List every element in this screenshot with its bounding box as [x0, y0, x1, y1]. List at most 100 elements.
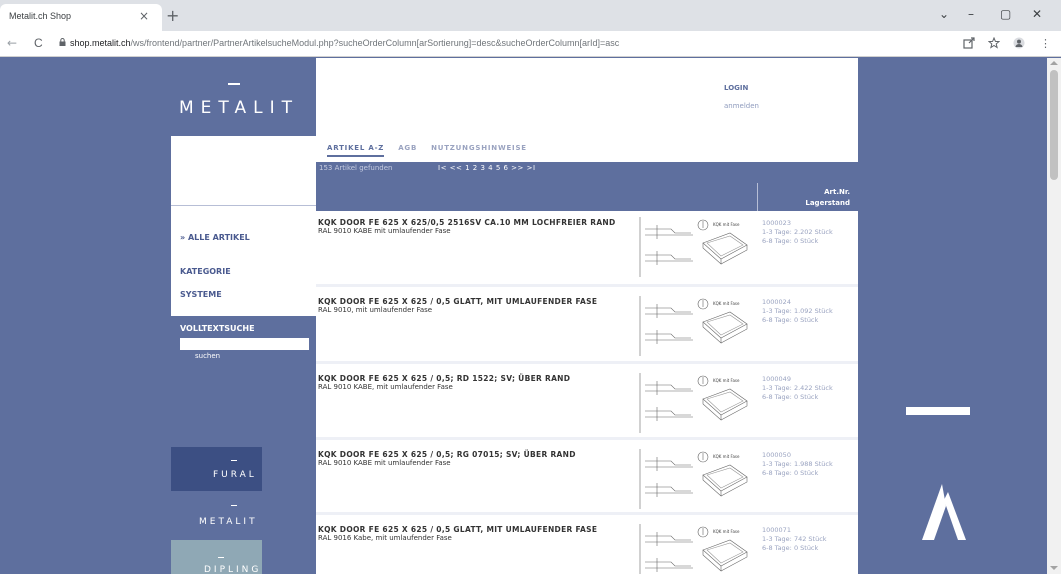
sidebar-item-systems[interactable]: SYSTEME	[180, 290, 222, 299]
stock-1-3-days: 1-3 Tage: 1.092 Stück	[762, 307, 833, 315]
login-link[interactable]: LOGIN	[724, 84, 748, 92]
diagram-label: KQK mit Fase	[713, 378, 740, 383]
tab-articles-a-z[interactable]: ARTIKEL A-Z	[327, 144, 385, 157]
logo-bar	[228, 83, 240, 85]
back-icon[interactable]: ←	[7, 36, 17, 50]
stock-6-8-days: 6-8 Tage: 0 Stück	[762, 469, 819, 477]
article-diagram: KQK mit Fase	[635, 371, 753, 437]
search-title: VOLLTEXTSUCHE	[180, 324, 255, 333]
logo-text: METALIT	[179, 98, 299, 118]
main-content: LOGIN anmelden ARTIKEL A-Z AGB NUTZUNGSHIN…	[316, 58, 858, 574]
fural-brand-text: FURAL	[213, 470, 257, 480]
table-row[interactable]: KQK DOOR FE 625 X 625 / 0,5 GLATT, MIT U…	[316, 518, 858, 574]
metalit-a-symbol	[922, 484, 966, 540]
stock-1-3-days: 1-3 Tage: 2.202 Stück	[762, 228, 833, 236]
article-stock-info: 1000024 1-3 Tage: 1.092 Stück 6-8 Tage: …	[762, 298, 833, 325]
browser-menu-icon[interactable]: ⋮	[1040, 37, 1051, 50]
new-tab-icon[interactable]: +	[166, 6, 179, 25]
dipling-brand-text: DIPLING	[204, 565, 262, 574]
sidebar-top-box	[171, 136, 316, 206]
tab-title: Metalit.ch Shop	[9, 11, 72, 21]
tab-usage-notes[interactable]: NUTZUNGSHINWEISE	[431, 144, 527, 152]
article-number: 1000049	[762, 375, 791, 383]
sidebar-item-category[interactable]: KATEGORIE	[180, 267, 231, 276]
brand-bar	[231, 460, 237, 461]
article-title[interactable]: KQK DOOR FE 625 X 625 / 0,5; RD 1522; SV…	[318, 374, 618, 392]
stock-6-8-days: 6-8 Tage: 0 Stück	[762, 237, 819, 245]
article-subtitle: RAL 9010, mit umlaufender Fase	[318, 306, 433, 314]
stock-1-3-days: 1-3 Tage: 2.422 Stück	[762, 384, 833, 392]
article-title[interactable]: KQK DOOR FE 625 X 625 / 0,5 GLATT, MIT U…	[318, 525, 618, 543]
profile-icon[interactable]	[1013, 37, 1025, 49]
diagram-label: KQK mit Fase	[713, 222, 740, 227]
fural-brand-link[interactable]: FURAL	[171, 447, 262, 491]
article-name: KQK DOOR FE 625 X 625 / 0,5; RG 07015; S…	[318, 450, 576, 459]
diagram-label: KQK mit Fase	[713, 454, 740, 459]
dipling-brand-link[interactable]: DIPLING	[171, 540, 262, 574]
table-row[interactable]: KQK DOOR FE 625 X 625 / 0,5; RG 07015; S…	[316, 443, 858, 515]
scroll-up-icon[interactable]	[1050, 61, 1058, 65]
metalit-brand-link[interactable]: METALIT	[171, 497, 262, 533]
article-stock-info: 1000049 1-3 Tage: 2.422 Stück 6-8 Tage: …	[762, 375, 833, 402]
brand-bar	[218, 557, 224, 558]
stock-6-8-days: 6-8 Tage: 0 Stück	[762, 393, 819, 401]
diagram-label: KQK mit Fase	[713, 301, 740, 306]
sidebar-item-all-articles[interactable]: » ALLE ARTIKEL	[180, 233, 250, 242]
article-title[interactable]: KQK DOOR FE 625 X 625/0,5 2516SV CA.10 M…	[318, 218, 618, 236]
address-bar[interactable]: shop.metalit.ch/ws/frontend/partner/Part…	[70, 38, 619, 48]
result-count: 153 Artikel gefunden	[319, 164, 393, 172]
tab-close-icon[interactable]: ×	[139, 9, 149, 23]
search-button[interactable]: suchen	[195, 352, 220, 360]
article-stock-info: 1000050 1-3 Tage: 1.988 Stück 6-8 Tage: …	[762, 451, 833, 478]
column-divider	[757, 183, 758, 211]
search-input[interactable]	[180, 338, 309, 350]
bookmark-star-icon[interactable]	[988, 37, 1000, 49]
register-link[interactable]: anmelden	[724, 102, 759, 110]
lock-icon[interactable]	[59, 38, 66, 46]
article-name: KQK DOOR FE 625 X 625 / 0,5 GLATT, MIT U…	[318, 297, 598, 306]
column-header: Art.Nr. Lagerstand	[316, 175, 858, 211]
reload-icon[interactable]: C	[34, 36, 43, 50]
article-name: KQK DOOR FE 625 X 625/0,5 2516SV CA.10 M…	[318, 218, 616, 227]
scroll-down-icon[interactable]	[1050, 566, 1058, 570]
col-article-number: Art.Nr.	[824, 188, 850, 196]
article-diagram: KQK mit Fase	[635, 447, 753, 513]
list-header: 153 Artikel gefunden I< << 1 2 3 4 5 6 >…	[316, 162, 858, 175]
browser-toolbar: ← C shop.metalit.ch/ws/frontend/partner/…	[0, 31, 1061, 57]
url-path: /ws/frontend/partner/PartnerArtikelsuche…	[130, 38, 620, 48]
diagram-label: KQK mit Fase	[713, 529, 740, 534]
url-host: shop.metalit.ch	[70, 38, 131, 48]
tab-search-icon[interactable]: ⌄	[939, 7, 949, 21]
scroll-thumb[interactable]	[1050, 70, 1058, 180]
close-window-icon[interactable]: ✕	[1032, 7, 1042, 21]
tab-agb[interactable]: AGB	[398, 144, 417, 152]
article-subtitle: RAL 9010 KABE mit umlaufender Fase	[318, 459, 451, 467]
table-row[interactable]: KQK DOOR FE 625 X 625 / 0,5 GLATT, MIT U…	[316, 290, 858, 364]
article-number: 1000023	[762, 219, 791, 227]
article-name: KQK DOOR FE 625 X 625 / 0,5; RD 1522; SV…	[318, 374, 571, 383]
column-header-labels: Art.Nr. Lagerstand	[805, 187, 850, 209]
metalit-brand-text: METALIT	[199, 517, 258, 527]
table-row[interactable]: KQK DOOR FE 625 X 625 / 0,5; RD 1522; SV…	[316, 367, 858, 440]
article-diagram: KQK mit Fase	[635, 294, 753, 360]
article-number: 1000050	[762, 451, 791, 459]
browser-tab[interactable]: Metalit.ch Shop ×	[0, 4, 162, 31]
article-title[interactable]: KQK DOOR FE 625 X 625 / 0,5; RG 07015; S…	[318, 450, 618, 468]
pagination[interactable]: I< << 1 2 3 4 5 6 >> >I	[438, 164, 536, 172]
fulltext-search-box: VOLLTEXTSUCHE suchen	[171, 316, 309, 368]
maximize-icon[interactable]: ▢	[1000, 7, 1011, 21]
article-diagram: KQK mit Fase	[635, 522, 753, 574]
article-subtitle: RAL 9010 KABE, mit umlaufender Fase	[318, 383, 453, 391]
page-scrollbar[interactable]	[1047, 58, 1061, 574]
share-icon[interactable]	[963, 37, 975, 49]
stock-6-8-days: 6-8 Tage: 0 Stück	[762, 544, 819, 552]
brand-bar	[231, 505, 237, 506]
metalit-logo[interactable]: METALIT	[171, 58, 316, 136]
page: METALIT » ALLE ARTIKEL KATEGORIE SYSTEME…	[0, 58, 1047, 574]
article-title[interactable]: KQK DOOR FE 625 X 625 / 0,5 GLATT, MIT U…	[318, 297, 618, 315]
table-row[interactable]: KQK DOOR FE 625 X 625/0,5 2516SV CA.10 M…	[316, 211, 858, 287]
article-number: 1000071	[762, 526, 791, 534]
article-stock-info: 1000071 1-3 Tage: 742 Stück 6-8 Tage: 0 …	[762, 526, 827, 553]
minimize-icon[interactable]: –	[968, 7, 974, 21]
top-navigation: ARTIKEL A-Z AGB NUTZUNGSHINWEISE	[327, 135, 541, 157]
